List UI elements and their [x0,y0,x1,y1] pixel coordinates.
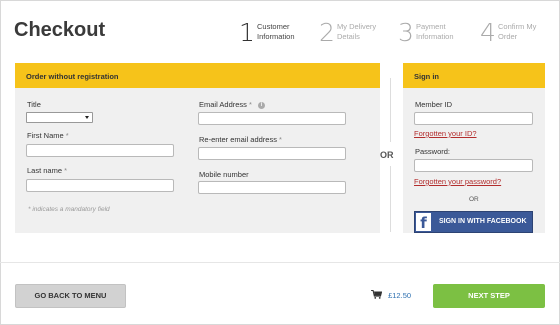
required-mark: * [64,166,68,175]
step-number: 4 [480,18,496,47]
cart-icon [371,290,382,299]
first-name-label: First Name * [27,131,69,140]
mandatory-note: * indicates a mandatory field [28,206,110,213]
step-number: 1 [239,18,255,47]
email-label-text: Email Address [199,100,247,109]
cart-total: £12.50 [388,291,412,300]
next-step-button[interactable]: NEXT STEP [433,284,545,308]
step-label-line1: Confirm My [498,22,537,31]
mobile-label: Mobile number [199,170,249,179]
reemail-label-text: Re-enter email address [199,135,277,144]
first-name-input[interactable] [26,144,174,157]
last-name-input[interactable] [26,179,174,192]
step-number: 2 [319,18,335,47]
reemail-label: Re-enter email address * [199,135,282,144]
step-label-line2: Order [498,32,518,41]
email-label: Email Address * i [199,100,266,109]
facebook-signin-button[interactable]: f SIGN IN WITH FACEBOOK [414,211,533,233]
email-input[interactable] [198,112,346,125]
first-name-label-text: First Name [27,131,64,140]
guest-panel-heading: Order without registration [15,63,380,88]
password-input[interactable] [414,159,533,172]
last-name-label-text: Last name [27,166,63,175]
info-icon[interactable]: i [258,102,266,109]
member-id-input[interactable] [414,112,533,125]
required-mark: * [249,100,252,109]
step-number: 3 [398,18,414,47]
reemail-input[interactable] [198,147,346,160]
forgot-password-link[interactable]: Forgotten your password? [414,177,501,186]
divider-top [390,78,391,142]
member-id-label: Member ID [415,100,453,109]
signin-or-separator: OR [469,196,479,203]
last-name-label: Last name * [27,166,67,175]
required-mark: * [65,131,69,140]
password-label: Password: [415,147,451,156]
footer-divider [0,262,560,263]
forgot-id-link[interactable]: Forgotten your ID? [414,129,477,138]
back-to-menu-button[interactable]: GO BACK TO MENU [15,284,126,308]
chevron-down-icon [85,116,89,119]
signin-panel-heading: Sign in [403,63,545,88]
title-select[interactable] [26,112,93,123]
facebook-icon: f [416,213,431,232]
facebook-button-label: SIGN IN WITH FACEBOOK [439,218,527,225]
mobile-input[interactable] [198,181,346,194]
cart-summary[interactable]: £12.50 [371,290,411,300]
page-title: Checkout [14,19,106,41]
step-label: Confirm My Order [498,22,560,42]
required-mark: * [279,135,282,144]
divider-bottom [390,166,391,232]
or-separator: OR [380,150,394,160]
title-label: Title [27,100,41,109]
